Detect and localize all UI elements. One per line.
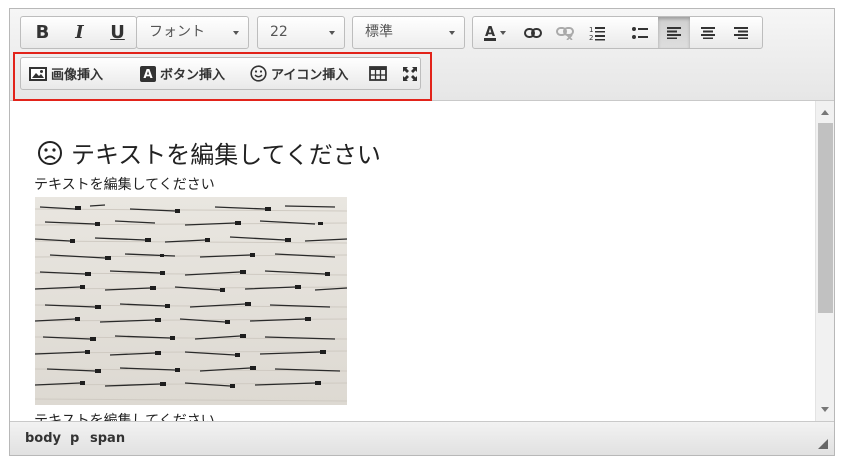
font-family-value: フォント	[149, 24, 205, 40]
vertical-scrollbar[interactable]	[815, 101, 834, 421]
insert-button-button[interactable]: A ボタン挿入	[140, 58, 225, 89]
insert-image-button[interactable]: 画像挿入	[29, 58, 103, 89]
font-color-icon: A	[484, 25, 506, 41]
content-heading[interactable]: テキストを編集してください	[37, 135, 381, 170]
align-left-icon	[667, 26, 681, 39]
italic-button[interactable]: I	[63, 17, 96, 48]
toolbar: B I U フォント 22 標準 A 1 2 画像挿入 A ボタン挿入 アイコン…	[10, 9, 834, 101]
insert-button-group: 画像挿入 A ボタン挿入 アイコン挿入	[20, 57, 421, 90]
align-center-button[interactable]	[692, 17, 724, 48]
align-right-icon	[734, 26, 748, 39]
status-bar: body p span	[10, 421, 834, 455]
align-center-icon	[701, 26, 715, 39]
font-family-select[interactable]: フォント	[136, 16, 249, 49]
editor-content[interactable]: テキストを編集してください テキストを編集してください テキストを編集してくださ…	[10, 101, 815, 421]
align-left-button[interactable]	[658, 17, 690, 48]
path-item-body[interactable]: body	[25, 431, 61, 446]
sad-face-icon	[38, 140, 62, 165]
unlink-icon	[556, 26, 574, 40]
chevron-down-icon	[329, 31, 335, 35]
content-paragraph[interactable]: テキストを編集してください	[34, 174, 215, 194]
rich-text-editor: B I U フォント 22 標準 A 1 2 画像挿入 A ボタン挿入 アイコン…	[9, 8, 835, 456]
button-badge-icon: A	[140, 65, 156, 82]
paragraph-style-value: 標準	[365, 24, 393, 40]
smiley-icon	[250, 65, 267, 82]
ordered-list-button[interactable]: 1 2	[581, 17, 613, 48]
insert-icon-label: アイコン挿入	[271, 68, 349, 83]
path-item-p[interactable]: p	[70, 431, 79, 446]
font-size-value: 22	[270, 24, 288, 40]
underline-button[interactable]: U	[101, 17, 134, 48]
unordered-list-button[interactable]	[624, 17, 656, 48]
content-image[interactable]	[35, 197, 347, 405]
path-item-span[interactable]: span	[90, 431, 125, 446]
fullscreen-icon	[403, 66, 417, 81]
insert-image-label: 画像挿入	[51, 68, 104, 83]
fullscreen-button[interactable]	[402, 58, 418, 89]
ordered-list-icon: 1 2	[589, 26, 605, 41]
scrollbar-thumb[interactable]	[818, 123, 833, 313]
link-button[interactable]	[517, 17, 549, 48]
insert-button-label: ボタン挿入	[160, 68, 226, 83]
unlink-button[interactable]	[549, 17, 581, 48]
svg-text:A: A	[485, 25, 495, 40]
formatting-icon-group: A 1 2	[472, 16, 763, 49]
insert-table-button[interactable]	[369, 58, 387, 89]
chevron-down-icon	[233, 31, 239, 35]
content-paragraph-2[interactable]: テキストを編集してください	[34, 410, 215, 421]
scroll-up-arrow-icon[interactable]	[821, 110, 829, 115]
bold-button[interactable]: B	[26, 17, 59, 48]
paragraph-style-select[interactable]: 標準	[352, 16, 465, 49]
chevron-down-icon	[449, 31, 455, 35]
scroll-down-arrow-icon[interactable]	[821, 407, 829, 412]
image-icon	[29, 66, 47, 81]
font-color-button[interactable]: A	[475, 17, 515, 48]
svg-text:1: 1	[589, 26, 593, 34]
content-heading-text: テキストを編集してください	[71, 141, 381, 169]
font-size-select[interactable]: 22	[257, 16, 345, 49]
unordered-list-icon	[632, 26, 648, 39]
svg-text:2: 2	[589, 34, 593, 41]
insert-icon-button[interactable]: アイコン挿入	[250, 58, 348, 89]
link-icon	[524, 27, 542, 38]
align-right-button[interactable]	[725, 17, 757, 48]
resize-grip-icon[interactable]	[818, 439, 828, 449]
table-icon	[369, 66, 387, 81]
format-button-group: B I U	[20, 16, 137, 49]
